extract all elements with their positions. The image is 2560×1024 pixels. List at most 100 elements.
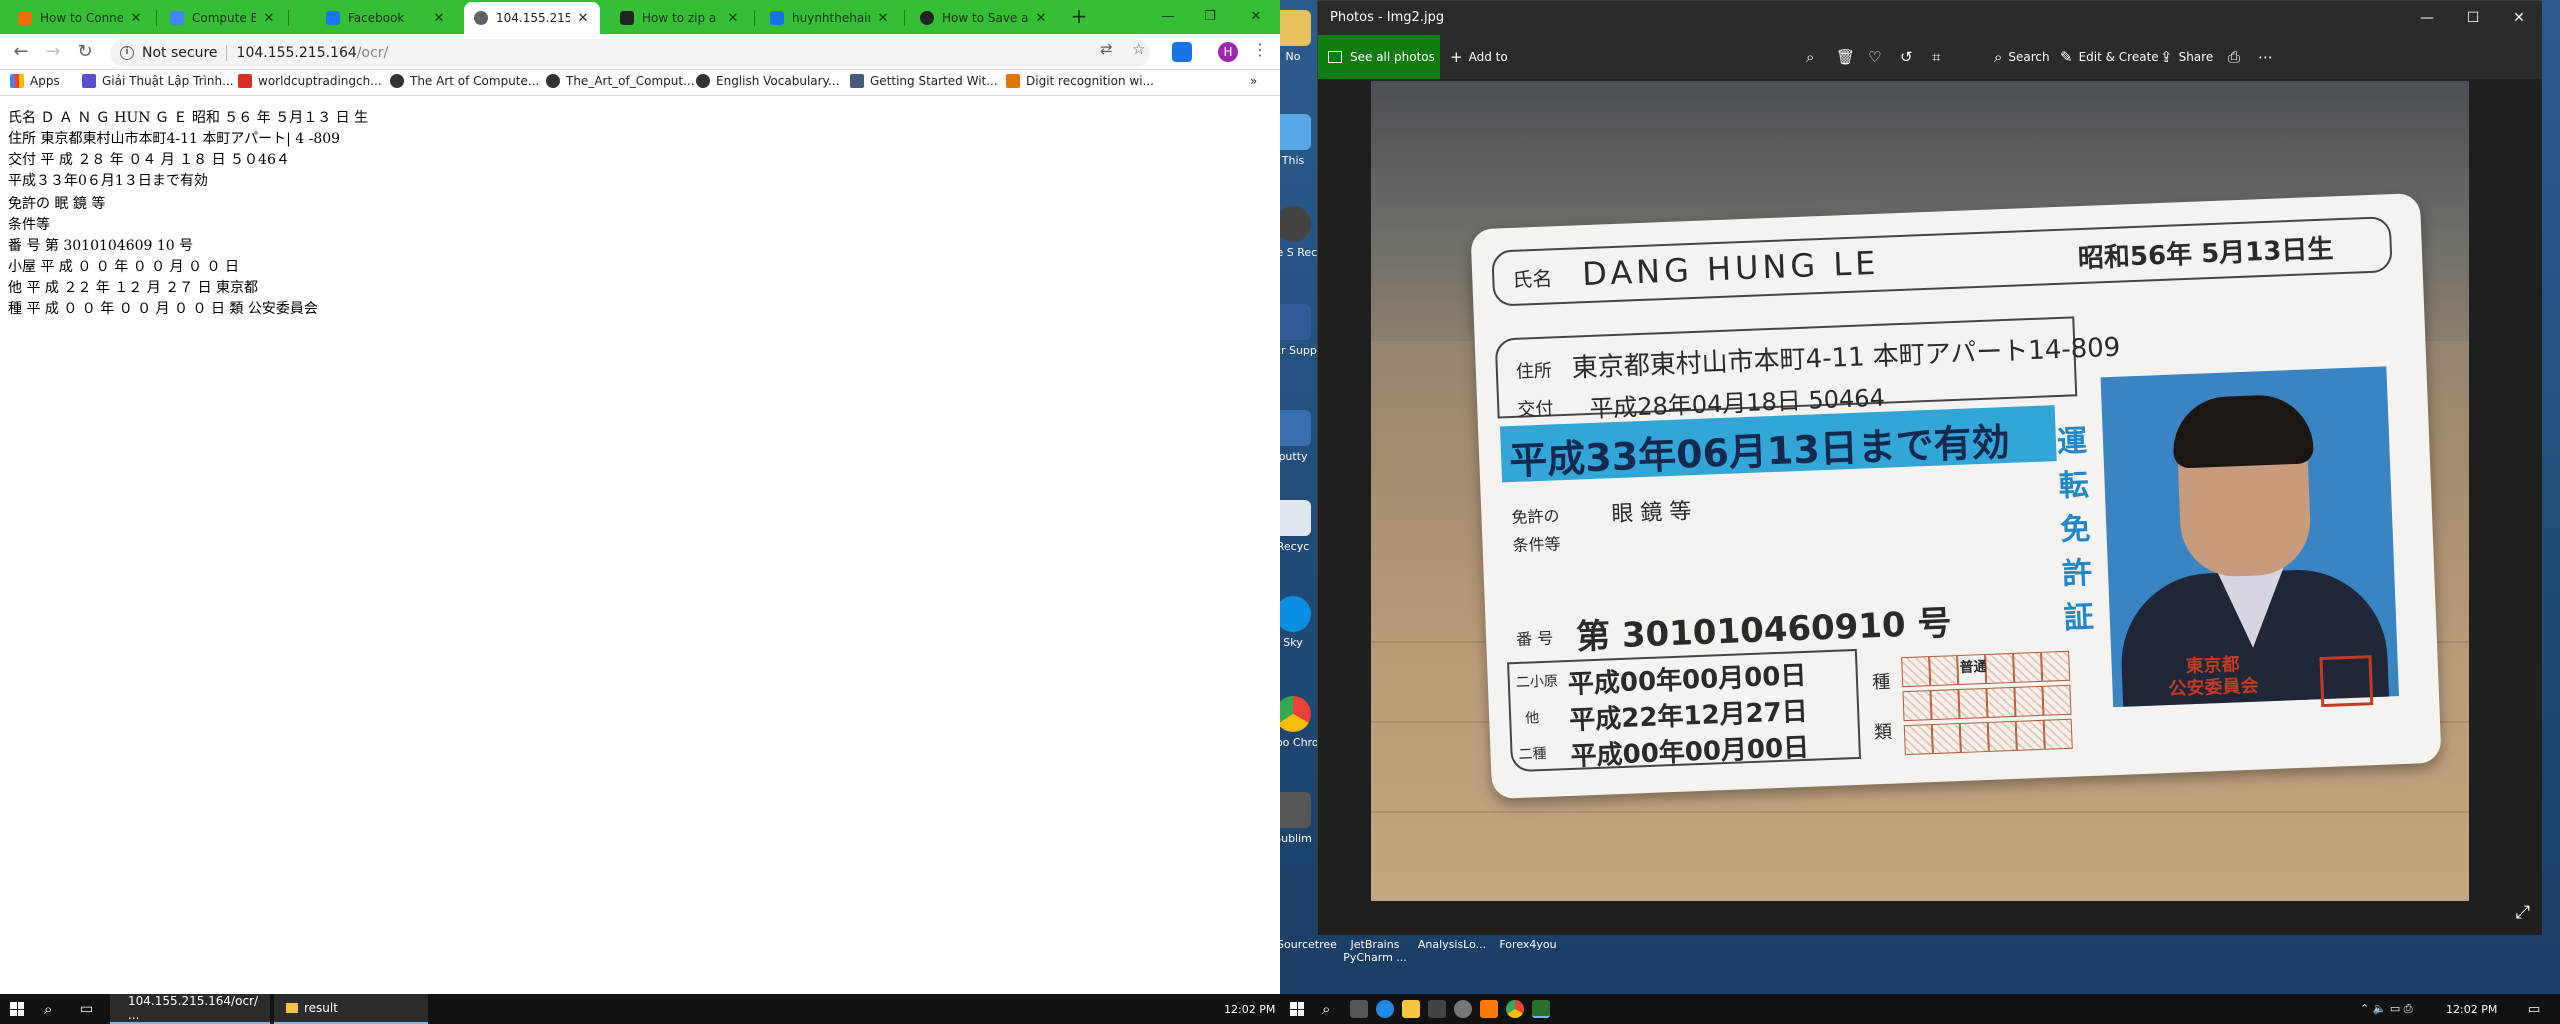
license-class-cell [2041, 650, 2071, 682]
profile-avatar[interactable]: H [1218, 42, 1238, 62]
add-to-button[interactable]: + Add to [1450, 35, 1508, 79]
photo-viewer[interactable]: 氏名 DANG HUNG LE 昭和56年 5月13日生 住所 東京都東村山市本… [1318, 79, 2542, 935]
license-class-cell [2043, 718, 2073, 750]
bookmark-item[interactable]: The Art of Compute... [390, 74, 539, 88]
reload-icon[interactable]: ↻ [72, 40, 98, 66]
close-tab-icon[interactable]: ✕ [432, 11, 446, 26]
bookmark-label: English Vocabulary... [716, 74, 840, 88]
share-button[interactable]: ⇪ Share [2160, 35, 2213, 79]
edit-create-button[interactable]: ✎ Edit & Create ⌄ [2060, 35, 2170, 79]
info-icon[interactable]: i [120, 46, 134, 60]
folder-icon[interactable] [1402, 1000, 1420, 1018]
forward-arrow-icon[interactable]: → [40, 40, 66, 66]
taskbar-chrome-app[interactable]: 104.155.215.164/ocr/ ... [110, 994, 270, 1024]
bookmark-apps[interactable]: Apps [10, 74, 60, 88]
card-cond-label-2: 条件等 [1512, 534, 1561, 556]
ocr-line: 免許の 眠 鏡 等 [8, 196, 106, 212]
more-options-icon[interactable]: ⋯ [2258, 35, 2279, 79]
system-tray-icons[interactable]: ⌃ 🔈 ▭ ⎙ [2360, 994, 2413, 1024]
license-class-cell [2014, 685, 2044, 717]
terminal-icon[interactable] [1428, 1000, 1446, 1018]
chrome-menu-icon[interactable]: ⋮ [1252, 40, 1268, 59]
favorite-heart-icon[interactable]: ♡ [1868, 35, 1887, 79]
close-tab-icon[interactable]: ✕ [876, 11, 890, 26]
delete-icon[interactable]: 🗑 [1836, 35, 1861, 79]
maximize-icon[interactable]: ☐ [2450, 1, 2496, 35]
maximize-icon[interactable]: ❐ [1190, 0, 1230, 32]
new-tab-button[interactable]: + [1068, 6, 1090, 28]
extension-icon[interactable] [1172, 42, 1192, 62]
tab-huynhthehainer[interactable]: huynhthehainer ✕ [760, 2, 900, 34]
rotate-icon[interactable]: ↺ [1900, 35, 1919, 79]
favicon-icon [920, 11, 934, 25]
minimize-icon[interactable]: — [2404, 1, 2450, 35]
crop-icon[interactable]: ⌗ [1932, 35, 1946, 79]
sublime-icon[interactable] [1480, 1000, 1498, 1018]
taskbar-folder-app[interactable]: result [274, 994, 428, 1024]
tab-how-to-save[interactable]: How to Save a ✕ [910, 2, 1058, 34]
print-icon[interactable]: ⎙ [2228, 35, 2246, 79]
desktop-icon[interactable]: JetBrains PyCharm ... [1334, 938, 1416, 964]
close-tab-icon[interactable]: ✕ [262, 11, 276, 26]
bookmark-item[interactable]: The_Art_of_Comput... [546, 74, 695, 88]
chrome-icon[interactable] [1506, 1000, 1524, 1018]
tab-title: Facebook [348, 11, 405, 25]
address-bar[interactable]: i Not secure 104.155.215.164 /ocr/ [110, 39, 1150, 67]
dual-monitor-screen: How to Connec ✕ Compute Engin ✕ Facebook… [0, 0, 2560, 1024]
search-button[interactable]: ⌕ Search [1994, 35, 2050, 79]
license-class-cell [1931, 723, 1961, 755]
taskbar-clock[interactable]: 12:02 PM [2446, 994, 2497, 1024]
start-button[interactable] [1290, 994, 1304, 1024]
see-all-photos-button[interactable]: See all photos [1318, 35, 1440, 79]
windows-logo-icon [1290, 1002, 1304, 1016]
search-icon[interactable]: ⌕ [1322, 994, 1330, 1024]
tab-how-to-zip[interactable]: How to zip a fo ✕ [610, 2, 750, 34]
browser-toolbar: ← → ↻ i Not secure 104.155.215.164 /ocr/… [0, 34, 1280, 70]
minimize-icon[interactable]: — [1148, 0, 1188, 32]
license-photo[interactable]: 氏名 DANG HUNG LE 昭和56年 5月13日生 住所 東京都東村山市本… [1371, 81, 2469, 901]
card-date3-label: 二種 [1518, 745, 1547, 763]
desktop-icon[interactable]: AnalysisLo... [1414, 938, 1490, 951]
edge-icon[interactable] [1376, 1000, 1394, 1018]
bookmark-item[interactable]: English Vocabulary... [696, 74, 839, 88]
taskbar-right: ⌕ ⌃ 🔈 ▭ ⎙ 12:02 PM ▭ [1280, 994, 2560, 1024]
bookmark-item[interactable]: worldcuptradingch... [238, 74, 382, 88]
start-button[interactable] [10, 994, 24, 1024]
tab-compute-engine[interactable]: Compute Engin ✕ [160, 2, 286, 34]
desktop-icon-label: No [1285, 50, 1301, 63]
license-class-cell [1987, 720, 2017, 752]
notification-icon[interactable]: ▭ [2528, 994, 2540, 1024]
settings-gear-icon[interactable] [1454, 1000, 1472, 1018]
photos-taskbar-icon[interactable] [1532, 1000, 1550, 1018]
task-view-icon[interactable]: ▭ [80, 994, 93, 1024]
bookmark-star-icon[interactable]: ☆ [1132, 40, 1145, 58]
close-tab-icon[interactable]: ✕ [726, 11, 740, 26]
tab-ocr-active[interactable]: 104.155.215.164 ✕ [464, 2, 600, 34]
close-window-icon[interactable]: ✕ [1236, 0, 1276, 32]
divider [225, 45, 227, 61]
tab-facebook[interactable]: Facebook ✕ [316, 2, 456, 34]
zoom-icon[interactable]: ⌕ [1806, 35, 1820, 79]
url-host[interactable]: 104.155.215.164 [237, 45, 357, 61]
bookmark-item[interactable]: Giải Thuật Lập Trình... [82, 74, 234, 88]
fullscreen-expand-icon[interactable]: ⤢ [2516, 902, 2530, 923]
bookmark-item[interactable]: Digit recognition wi... [1006, 74, 1154, 88]
task-view-icon[interactable] [1350, 1000, 1368, 1018]
close-tab-icon[interactable]: ✕ [1034, 11, 1048, 26]
close-tab-icon[interactable]: ✕ [576, 11, 590, 26]
desktop-icon[interactable]: Forex4you [1490, 938, 1566, 951]
license-class-cell [2013, 651, 2043, 683]
back-arrow-icon[interactable]: ← [8, 40, 34, 66]
more-bookmarks-button[interactable]: » [1250, 74, 1257, 88]
taskbar-clock[interactable]: 12:02 PM [1224, 994, 1275, 1024]
license-class-cell [1929, 655, 1959, 687]
chrome-icon [1280, 696, 1311, 732]
bookmark-item[interactable]: Getting Started Wit... [850, 74, 998, 88]
security-label[interactable]: Not secure [142, 45, 218, 61]
close-tab-icon[interactable]: ✕ [129, 11, 143, 26]
search-icon[interactable]: ⌕ [44, 994, 52, 1024]
close-window-icon[interactable]: ✕ [2496, 1, 2542, 35]
tab-how-to-connect[interactable]: How to Connec ✕ [8, 2, 153, 34]
url-path[interactable]: /ocr/ [357, 45, 388, 61]
translate-icon[interactable]: ⇄ [1100, 40, 1113, 58]
